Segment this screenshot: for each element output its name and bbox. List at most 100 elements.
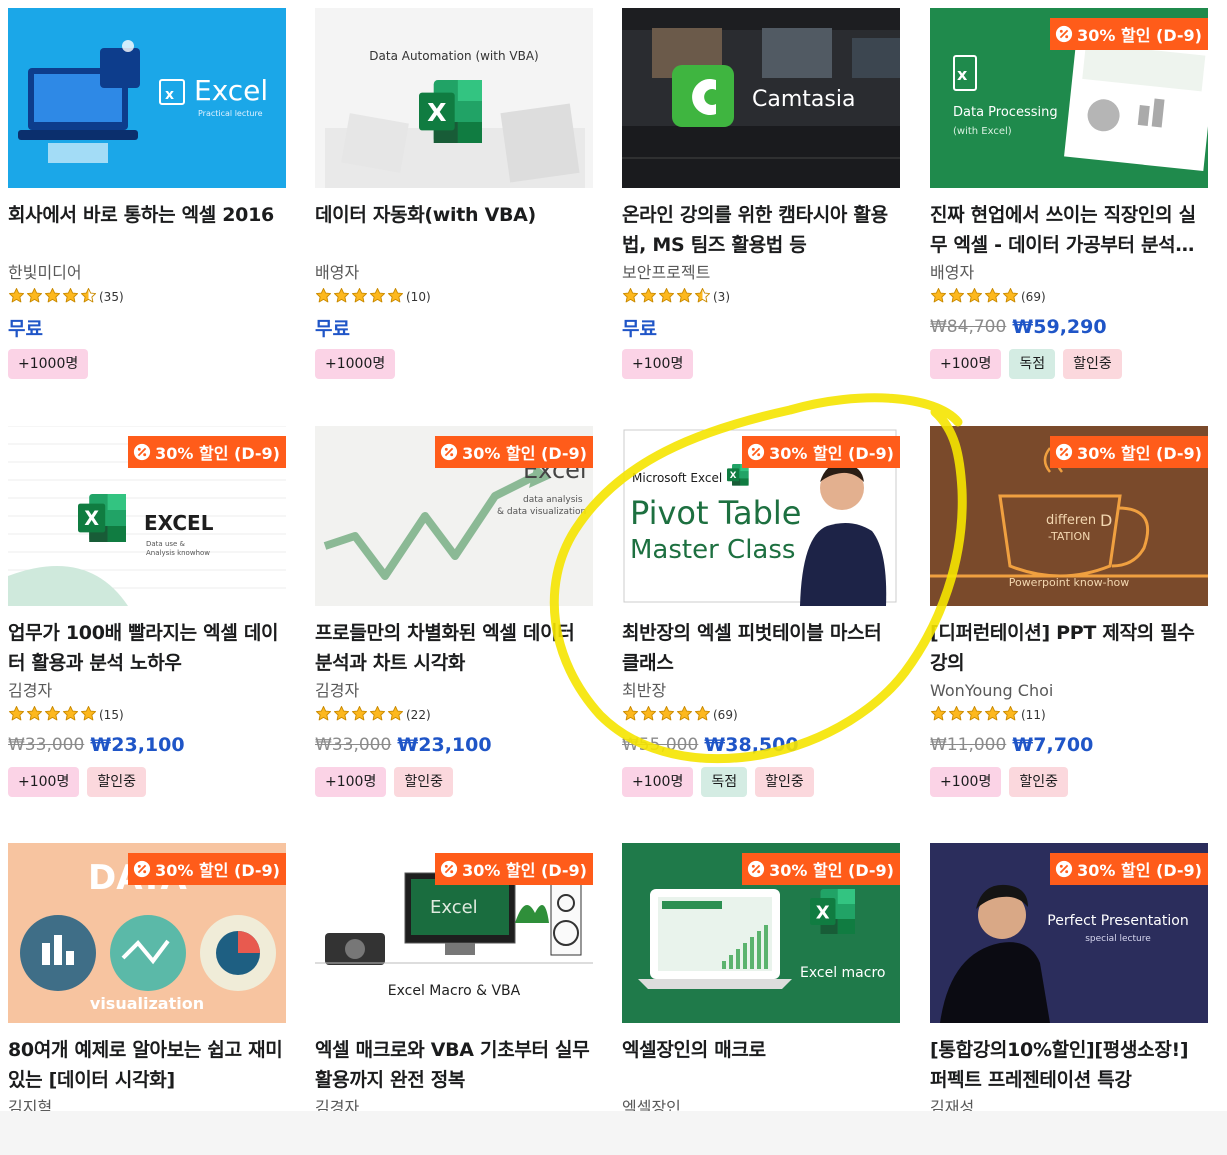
course-card[interactable]: X Excel macro 30% 할인 (D-9) 엑셀장인의 매크로 엑셀장인 <box>622 843 900 1111</box>
course-card[interactable]: X EXCEL Data use & Analysis knowhow 30% 할인 (… <box>8 426 286 797</box>
course-card[interactable]: x Data Processing (with Excel) 30% 할인 (D-9)… <box>930 8 1208 379</box>
course-thumbnail[interactable]: x Excel Practical lecture <box>8 8 286 188</box>
star-icon <box>44 705 61 725</box>
course-rating: (15) <box>8 703 286 727</box>
sale-price: 무료 <box>315 317 350 340</box>
course-title[interactable]: 최반장의 엑셀 피벗테이블 마스터 클래스 <box>622 618 900 678</box>
svg-text:data analysis: data analysis <box>523 495 583 505</box>
course-card[interactable]: X Microsoft Excel Pivot Table Master Class 3… <box>622 426 900 797</box>
course-title[interactable]: 회사에서 바로 통하는 엑셀 2016 <box>8 200 286 260</box>
star-icon <box>333 705 350 725</box>
course-tag: +100명 <box>8 767 80 797</box>
course-title[interactable]: 엑셀 매크로와 VBA 기초부터 실무활용까지 완전 정복 <box>315 1035 593 1095</box>
course-card[interactable]: Camtasia 온라인 강의를 위한 캠타시아 활용법, MS 팀즈 활용법 등… <box>622 8 900 379</box>
course-title[interactable]: [디퍼런테이션] PPT 제작의 필수 강의 <box>930 618 1208 678</box>
course-card[interactable]: Excel Excel Macro & VBA 30% 할인 (D-9) 엑셀 매크… <box>315 843 593 1111</box>
course-thumbnail[interactable]: Camtasia <box>622 8 900 188</box>
star-icon <box>8 287 25 307</box>
course-instructor: 김재성 <box>930 1098 975 1111</box>
course-tags: +100명 할인중 <box>8 767 286 797</box>
course-card[interactable]: Perfect Presentation special lecture 30% 할… <box>930 843 1208 1111</box>
star-icon <box>1002 705 1019 725</box>
svg-text:X: X <box>730 471 737 481</box>
course-thumbnail[interactable]: differen D -TATION Powerpoint know-how 30% 할… <box>930 426 1208 606</box>
discount-badge-label: 30% 할인 (D-9) <box>462 861 587 880</box>
svg-text:Pivot Table: Pivot Table <box>630 494 801 532</box>
discount-badge-label: 30% 할인 (D-9) <box>155 444 280 463</box>
course-rating: (10) <box>315 285 593 309</box>
course-instructor: WonYoung Choi <box>930 681 1054 700</box>
discount-badge-label: 30% 할인 (D-9) <box>155 861 280 880</box>
sale-price: 무료 <box>8 317 43 340</box>
svg-text:Excel Macro & VBA: Excel Macro & VBA <box>388 983 521 999</box>
sale-price: ₩23,100 <box>397 734 492 756</box>
course-thumbnail[interactable]: Data Automation (with VBA) X <box>315 8 593 188</box>
discount-badge-label: 30% 할인 (D-9) <box>1077 26 1202 45</box>
svg-text:EXCEL: EXCEL <box>144 511 214 535</box>
course-price: ₩33,000 ₩23,100 <box>315 727 593 763</box>
sale-price: ₩59,290 <box>1012 316 1107 338</box>
star-icon <box>676 705 693 725</box>
course-thumbnail[interactable]: DATAvisualization30% 할인 (D-9) <box>8 843 286 1023</box>
course-price: 무료 <box>315 309 593 345</box>
svg-text:differen: differen <box>1046 513 1096 528</box>
course-thumbnail[interactable]: Excel data analysis & data visualization 30… <box>315 426 593 606</box>
course-title[interactable]: [통합강의10%할인][평생소장!] 퍼펙트 프레젠테이션 특강 <box>930 1035 1208 1095</box>
course-thumbnail[interactable]: Perfect Presentation special lecture 30% 할… <box>930 843 1208 1023</box>
star-icon <box>984 705 1001 725</box>
star-icon <box>351 287 368 307</box>
discount-icon <box>441 860 458 878</box>
course-card[interactable]: Data Automation (with VBA) X 데이터 자동화(with… <box>315 8 593 379</box>
course-tag: +100명 <box>622 767 694 797</box>
course-title[interactable]: 온라인 강의를 위한 캠타시아 활용법, MS 팀즈 활용법 등 <box>622 200 900 260</box>
sale-price: ₩7,700 <box>1012 734 1094 756</box>
course-title[interactable]: 데이터 자동화(with VBA) <box>315 200 593 260</box>
course-card[interactable]: differen D -TATION Powerpoint know-how 30% 할… <box>930 426 1208 797</box>
svg-text:(with Excel): (with Excel) <box>953 126 1012 137</box>
course-grid: x Excel Practical lecture 회사에서 바로 통하는 엑셀 20… <box>0 0 1227 1111</box>
star-icon <box>80 287 97 307</box>
course-tag: 할인중 <box>87 767 146 797</box>
star-icon <box>622 287 639 307</box>
course-rating: (35) <box>8 285 286 309</box>
star-icon <box>948 705 965 725</box>
course-thumbnail[interactable]: X EXCEL Data use & Analysis knowhow 30% 할인 (… <box>8 426 286 606</box>
course-title[interactable]: 업무가 100배 빨라지는 엑셀 데이터 활용과 분석 노하우 <box>8 618 286 678</box>
svg-text:Analysis knowhow: Analysis knowhow <box>146 549 210 557</box>
course-tag: +1000명 <box>8 349 89 379</box>
discount-badge: 30% 할인 (D-9) <box>128 436 286 468</box>
star-icon <box>369 287 386 307</box>
course-title[interactable]: 엑셀장인의 매크로 <box>622 1035 900 1095</box>
course-tag: +100명 <box>930 767 1002 797</box>
discount-icon <box>441 443 458 461</box>
course-tags: +100명 할인중 <box>315 767 593 797</box>
course-instructor: 김경자 <box>8 681 53 700</box>
course-tags: +100명 <box>622 349 900 379</box>
course-thumbnail[interactable]: x Data Processing (with Excel) 30% 할인 (D-9) <box>930 8 1208 188</box>
star-icon <box>658 705 675 725</box>
star-icon <box>966 705 983 725</box>
course-thumbnail[interactable]: X Excel macro 30% 할인 (D-9) <box>622 843 900 1023</box>
course-tag: 할인중 <box>1009 767 1068 797</box>
course-rating: (11) <box>930 703 1208 727</box>
svg-text:special lecture: special lecture <box>1085 934 1151 944</box>
course-thumbnail[interactable]: Excel Excel Macro & VBA 30% 할인 (D-9) <box>315 843 593 1023</box>
course-card[interactable]: DATAvisualization30% 할인 (D-9) 80여개 예제로 알아… <box>8 843 286 1111</box>
discount-badge: 30% 할인 (D-9) <box>1050 18 1208 50</box>
course-rating: (3) <box>622 285 900 309</box>
course-title[interactable]: 80여개 예제로 알아보는 쉽고 재미있는 [데이터 시각화] <box>8 1035 286 1095</box>
course-tag: +100명 <box>315 767 387 797</box>
sale-price: 무료 <box>622 317 657 340</box>
course-title[interactable]: 프로들만의 차별화된 엑셀 데이터 분석과 차트 시각화 <box>315 618 593 678</box>
course-card[interactable]: Excel data analysis & data visualization 30… <box>315 426 593 797</box>
course-tag: +1000명 <box>315 349 396 379</box>
course-card[interactable]: x Excel Practical lecture 회사에서 바로 통하는 엑셀 20… <box>8 8 286 379</box>
discount-badge: 30% 할인 (D-9) <box>1050 853 1208 885</box>
star-icon <box>676 287 693 307</box>
course-thumbnail[interactable]: X Microsoft Excel Pivot Table Master Class 3… <box>622 426 900 606</box>
rating-count: (22) <box>406 708 431 722</box>
course-instructor: 김지혁 <box>8 1098 53 1111</box>
discount-icon <box>748 443 765 461</box>
course-instructor: 한빛미디어 <box>8 263 82 282</box>
course-title[interactable]: 진짜 현업에서 쓰이는 직장인의 실무 엑셀 - 데이터 가공부터 분석까지 <box>930 200 1208 260</box>
